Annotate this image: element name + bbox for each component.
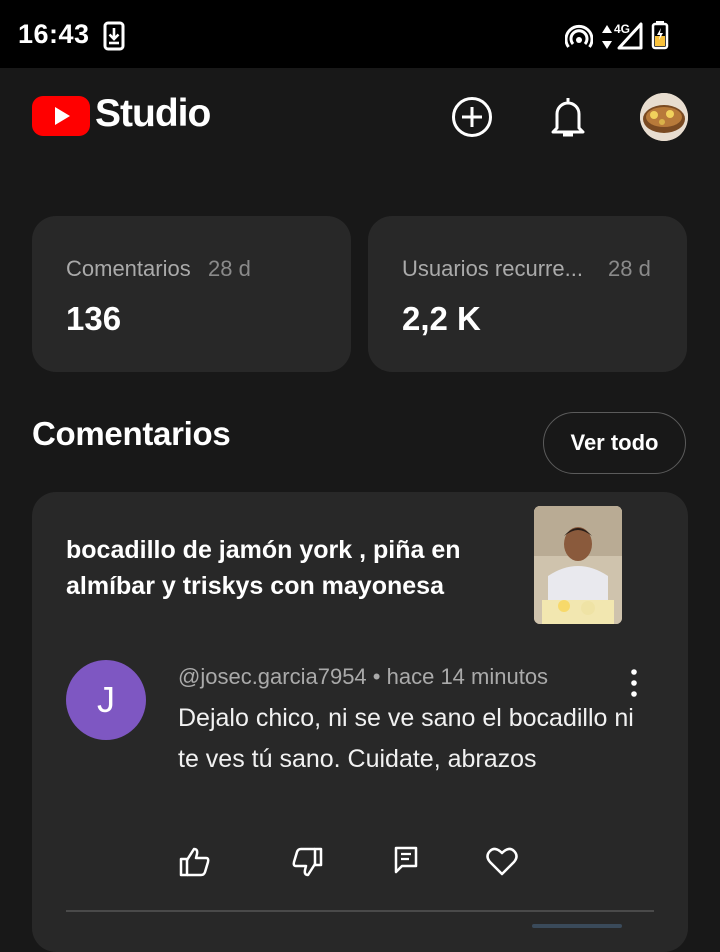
youtube-logo-icon [32,96,90,136]
stat-label: Usuarios recurre... [402,256,583,281]
comment-author[interactable]: @josec.garcia7954 [178,664,367,689]
dislike-icon[interactable] [290,846,324,878]
like-icon[interactable] [178,846,212,878]
divider [66,910,654,912]
avatar-image [640,93,688,141]
stat-label: Comentarios [66,256,191,281]
more-options-icon[interactable] [628,668,640,698]
video-thumbnail[interactable] [534,506,622,624]
create-icon[interactable] [451,96,493,138]
stat-card-comments[interactable]: Comentarios 28 d 136 [32,216,351,372]
video-title[interactable]: bocadillo de jamón york , piña en almíba… [66,532,506,604]
data-arrows-icon [602,25,612,49]
bell-icon[interactable] [548,95,588,139]
meta-separator: • [372,664,387,689]
download-icon [103,21,125,51]
stat-value: 2,2 K [402,300,481,337]
battery-icon [651,21,669,50]
stat-value: 136 [66,300,122,337]
commenter-avatar[interactable]: J [66,660,146,740]
comment-text: Dejalo chico, ni se ve sano el bocadillo… [178,704,634,773]
view-all-button[interactable]: Ver todo [543,412,686,474]
heart-icon[interactable] [486,846,518,876]
stat-period: 28 d [208,256,251,281]
avatar[interactable] [640,93,688,141]
section-title: Comentarios [32,415,231,452]
stat-period: 28 d [608,256,651,281]
hotspot-icon [565,24,593,48]
app-title: Studio [95,92,211,135]
reply-icon[interactable] [394,846,418,874]
thumbnail-image [534,506,622,624]
status-time: 16:43 [18,19,90,49]
signal-icon [617,22,643,50]
comment-card[interactable]: bocadillo de jamón york , piña en almíba… [32,492,688,952]
comment-time: hace 14 minutos [386,664,549,689]
next-item-thumbnail [532,924,622,928]
stat-card-returning-users[interactable]: Usuarios recurre... 28 d 2,2 K [368,216,687,372]
comment-meta: @josec.garcia7954 • hace 14 minutos [178,664,548,690]
status-bar: 16:43 4G [0,0,720,68]
